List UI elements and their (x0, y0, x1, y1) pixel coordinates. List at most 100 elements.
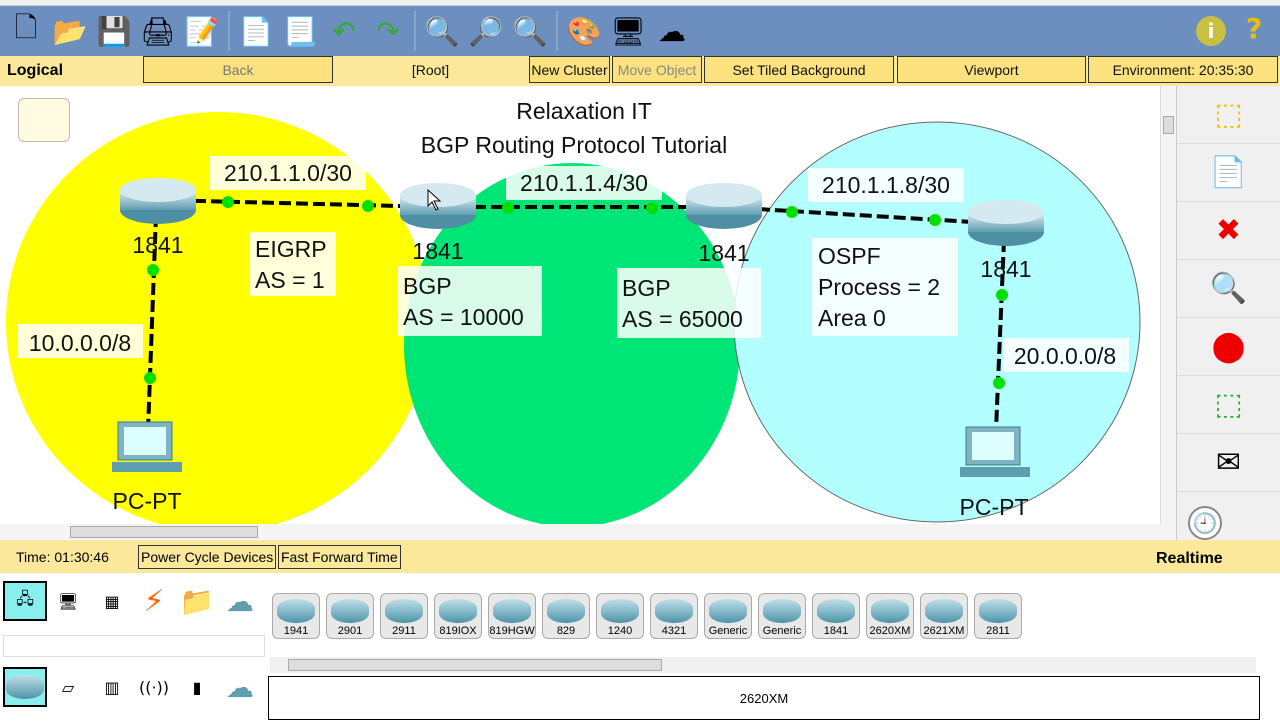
network-devices-category-icon[interactable]: 🖧 (3, 581, 47, 621)
device-model-generic[interactable]: Generic (704, 593, 752, 639)
device-model-label: 4321 (661, 625, 687, 637)
logical-tab[interactable]: Logical (7, 62, 63, 80)
router-r2-icon[interactable] (400, 183, 476, 229)
router-icon (709, 599, 747, 623)
zoom-reset-icon[interactable]: 🔎 (464, 9, 508, 53)
copy-icon[interactable]: 📄 (234, 9, 278, 53)
device-model-829[interactable]: 829 (542, 593, 590, 639)
realtime-clock-icon[interactable]: 🕘 (1188, 506, 1222, 540)
device-model-2621xm[interactable]: 2621XM (920, 593, 968, 639)
separator (556, 11, 558, 51)
redo-icon[interactable]: ↷ (366, 9, 410, 53)
inspect-tool-icon[interactable]: 🔍 (1177, 260, 1280, 318)
miscellaneous-category-icon[interactable]: 📁 (175, 581, 219, 621)
wireless-subcategory-icon[interactable]: ((·)) (132, 667, 176, 707)
link-status-dot (929, 214, 941, 226)
power-cycle-devices-button[interactable]: Power Cycle Devices (138, 545, 277, 569)
back-button[interactable]: Back (143, 56, 333, 83)
security-subcategory-icon[interactable]: ▮ (175, 667, 219, 707)
cluster-navigation-icon[interactable] (18, 98, 70, 142)
simulation-time: Time: 01:30:46 (16, 549, 109, 565)
device-model-generic[interactable]: Generic (758, 593, 806, 639)
device-list-scrollbar[interactable] (270, 657, 1256, 673)
horizontal-scrollbar[interactable] (0, 524, 1176, 540)
router-label: 1841 (412, 238, 463, 264)
device-model-1841[interactable]: 1841 (812, 593, 860, 639)
set-tiled-background-button[interactable]: Set Tiled Background (704, 56, 894, 83)
device-model-2811[interactable]: 2811 (974, 593, 1022, 639)
activity-wizard-icon[interactable]: 📝 (180, 9, 224, 53)
link-status-dot (996, 289, 1008, 301)
protocol-label: AS = 1 (255, 267, 325, 293)
vertical-scrollbar[interactable] (1160, 86, 1176, 524)
realtime-mode-tab[interactable]: Realtime (1156, 550, 1223, 568)
router-icon (385, 599, 423, 623)
select-tool-icon[interactable]: ⬚ (1177, 86, 1280, 144)
pc2-icon[interactable] (960, 426, 1030, 477)
logical-workspace[interactable]: Relaxation IT BGP Routing Protocol Tutor… (0, 86, 1160, 524)
device-model-4321[interactable]: 4321 (650, 593, 698, 639)
move-object-button[interactable]: Move Object (612, 56, 702, 83)
info-button[interactable]: i (1196, 16, 1226, 46)
open-folder-icon[interactable]: 📂 (48, 9, 92, 53)
protocol-label: Process = 2 (818, 274, 940, 300)
workspace-nav-bar: Logical Back [Root] New Cluster Move Obj… (0, 56, 1280, 86)
fast-forward-time-button[interactable]: Fast Forward Time (278, 545, 401, 569)
note-tool-icon[interactable]: 📄 (1177, 144, 1280, 202)
viewport-button[interactable]: Viewport (897, 56, 1086, 83)
end-devices-category-icon[interactable]: 🖥 (46, 581, 90, 621)
device-model-1941[interactable]: 1941 (272, 593, 320, 639)
device-model-2911[interactable]: 2911 (380, 593, 428, 639)
device-model-label: 2911 (392, 625, 416, 637)
router-icon (925, 599, 963, 623)
device-model-819hgw[interactable]: 819HGW (488, 593, 536, 639)
connections-category-icon[interactable]: ⚡ (132, 581, 176, 621)
components-category-icon[interactable]: ▦ (90, 581, 134, 621)
protocol-label: BGP (403, 273, 452, 299)
cluster-icon[interactable]: ☁ (650, 9, 694, 53)
print-icon[interactable]: 🖨 (136, 9, 180, 53)
device-model-819iox[interactable]: 819IOX (434, 593, 482, 639)
palette-icon[interactable]: 🎨 (562, 9, 606, 53)
save-icon[interactable]: 💾 (92, 9, 136, 53)
draw-ellipse-tool-icon[interactable]: ⬤ (1177, 318, 1280, 376)
device-model-2901[interactable]: 2901 (326, 593, 374, 639)
multiuser-category-icon[interactable]: ☁ (218, 581, 262, 621)
wan-emulation-subcategory-icon[interactable]: ☁ (218, 667, 262, 707)
environment-button[interactable]: Environment: 20:35:30 (1088, 56, 1278, 83)
router-r1-icon[interactable] (120, 178, 196, 224)
zoom-in-icon[interactable]: 🔍 (420, 9, 464, 53)
help-button[interactable]: ? (1246, 12, 1262, 45)
resize-shape-tool-icon[interactable]: ⬚ (1177, 376, 1280, 434)
link-status-dot (222, 196, 234, 208)
pc1-icon[interactable] (112, 421, 182, 472)
routers-subcategory-icon[interactable] (3, 667, 47, 707)
router-label: 1841 (980, 256, 1031, 282)
pc-label: PC-PT (960, 494, 1029, 520)
common-tools-bar: ⬚ 📄 ✖ 🔍 ⬤ ⬚ ✉ (1176, 86, 1280, 540)
hubs-subcategory-icon[interactable]: ▥ (90, 667, 134, 707)
delete-tool-icon[interactable]: ✖ (1177, 202, 1280, 260)
main-toolbar: 🗋 📂 💾 🖨 📝 📄 📃 ↶ ↷ 🔍 🔎 🔍 🎨 🖥 ☁ i ? (0, 6, 1280, 56)
device-model-1240[interactable]: 1240 (596, 593, 644, 639)
device-panel: 🖧 🖥 ▦ ⚡ 📁 ☁ ▱ ▥ ((·)) ▮ ☁ 1941 2901 2911 81… (0, 573, 1280, 720)
link-status-dot (362, 200, 374, 212)
router-r3-icon[interactable] (686, 183, 762, 229)
router-icon (655, 599, 693, 623)
new-file-icon[interactable]: 🗋 (4, 9, 48, 53)
router-icon (871, 599, 909, 623)
device-model-label: 829 (556, 625, 576, 637)
custom-device-icon[interactable]: 🖥 (606, 9, 650, 53)
undo-icon[interactable]: ↶ (322, 9, 366, 53)
new-cluster-button[interactable]: New Cluster (529, 56, 610, 83)
device-model-label: 2621XM (923, 625, 965, 637)
router-r4-icon[interactable] (968, 200, 1044, 246)
device-model-2620xm[interactable]: 2620XM (866, 593, 914, 639)
switches-subcategory-icon[interactable]: ▱ (46, 667, 90, 707)
device-model-label: 819HGW (489, 625, 535, 637)
zoom-out-icon[interactable]: 🔍 (508, 9, 552, 53)
diagram-title: Relaxation IT (516, 98, 652, 124)
paste-icon[interactable]: 📃 (278, 9, 322, 53)
add-pdu-tool-icon[interactable]: ✉ (1177, 434, 1280, 492)
router-icon (331, 599, 369, 623)
